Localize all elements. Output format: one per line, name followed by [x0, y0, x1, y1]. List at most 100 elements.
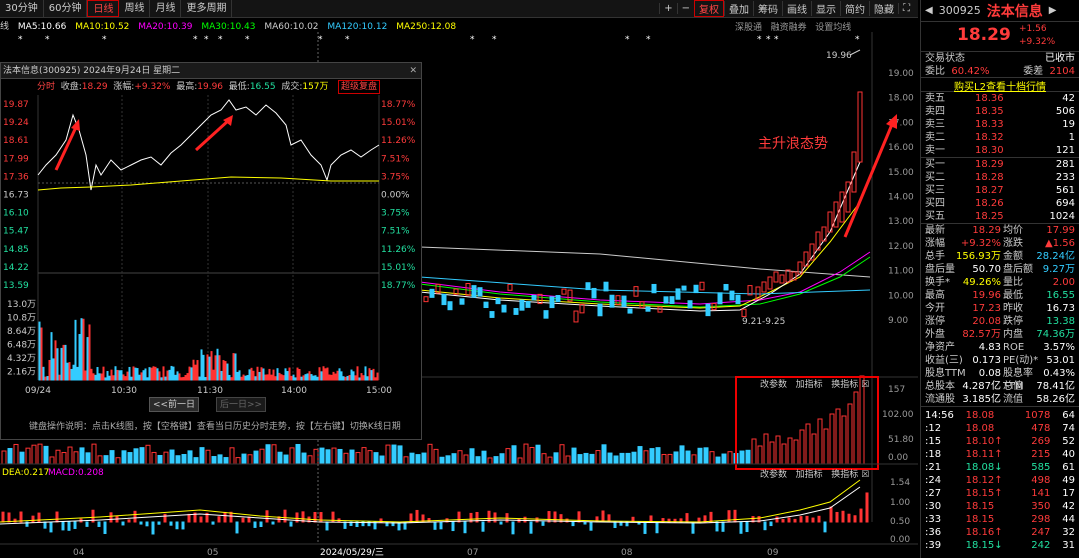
intraday-volume-bar — [302, 375, 305, 381]
candle — [579, 303, 585, 314]
candle — [621, 295, 627, 307]
overlay-button[interactable]: 叠加 — [724, 1, 753, 16]
change-param-button[interactable]: 改参数 — [760, 380, 787, 390]
volume-bar — [463, 454, 469, 465]
candle — [603, 281, 609, 292]
volume-bar — [805, 423, 811, 465]
plus-icon[interactable]: + — [659, 3, 676, 14]
level-price: 18.35 — [975, 106, 1004, 117]
draw-line-button[interactable]: 画线 — [782, 1, 811, 16]
volume-bar — [535, 444, 541, 465]
volume-bar — [13, 443, 19, 465]
intraday-volume-bar — [306, 373, 309, 381]
next-stock-icon[interactable]: ▶ — [1049, 5, 1057, 16]
candle — [549, 296, 555, 309]
tab-weekly[interactable]: 周线 — [119, 0, 151, 17]
macd-bar — [253, 521, 257, 528]
tick-price: 18.15↓ — [965, 540, 1003, 551]
ma250-label: MA250:12.08 — [396, 22, 457, 32]
tab-more-periods[interactable]: 更多周期 — [181, 0, 233, 17]
level-label: 买一 — [925, 159, 945, 170]
stat-value: 74.36万 — [1036, 329, 1075, 340]
intraday-volume-bar — [180, 377, 183, 381]
stat-label: 流值 — [1003, 394, 1023, 405]
volume-bar — [37, 443, 43, 465]
fullscreen-icon[interactable]: ⛶ — [898, 3, 914, 14]
add-indicator-button[interactable]: 加指标 — [796, 470, 823, 480]
intraday-volume-bar — [330, 374, 333, 381]
intraday-volume-bar — [300, 376, 303, 381]
intraday-volume-bar — [208, 356, 211, 381]
stat-label: 涨停 — [925, 316, 945, 327]
macd-bar — [829, 506, 833, 523]
restore-rights-button[interactable]: 复权 — [694, 0, 724, 17]
chips-button[interactable]: 筹码 — [753, 1, 782, 16]
super-review-button[interactable]: 超级复盘 — [338, 80, 381, 94]
close-icon[interactable]: ✕ — [409, 63, 417, 79]
close-icon[interactable]: ☒ — [861, 380, 869, 390]
tab-30min[interactable]: 30分钟 — [0, 0, 44, 17]
volume-bar — [163, 451, 169, 465]
level-volume: 694 — [1055, 198, 1075, 209]
intraday-volume-bar — [292, 374, 295, 381]
intraday-volume-bar — [268, 368, 271, 381]
volume-bar — [565, 455, 571, 465]
intraday-volume-bar — [338, 368, 341, 381]
tick-price: 18.16↑ — [965, 527, 1003, 538]
intraday-volume-bar — [290, 375, 293, 381]
volume-bar — [769, 441, 775, 465]
candle — [645, 306, 651, 312]
stat-label: 盘后额 — [1003, 264, 1033, 275]
stat-value: 53.01 — [1046, 355, 1075, 366]
prev-stock-icon[interactable]: ◀ — [925, 5, 933, 16]
tab-monthly[interactable]: 月线 — [150, 0, 182, 17]
volume-bar — [67, 446, 73, 465]
tab-60min[interactable]: 60分钟 — [44, 0, 88, 17]
candle — [447, 301, 453, 311]
volume-bar — [439, 456, 445, 465]
bid-level: 买二 18.28 233 — [921, 171, 1079, 184]
switch-indicator-button[interactable]: 换指标 — [831, 380, 858, 390]
hide-button[interactable]: 隐藏 — [869, 1, 898, 16]
close-icon[interactable]: ☒ — [861, 470, 869, 480]
intraday-price-tick: 19.24 — [3, 118, 29, 128]
candle — [675, 288, 681, 300]
change-param-button[interactable]: 改参数 — [760, 470, 787, 480]
intraday-chart[interactable]: 19.87 19.24 18.61 17.99 17.36 16.73 16.10 15.47… — [1, 95, 421, 396]
intraday-volume-bar — [174, 374, 177, 381]
volume-bar — [97, 455, 103, 465]
ma60-label: MA60:10.02 — [264, 22, 319, 32]
intraday-volume-bar — [324, 368, 327, 381]
candle — [531, 295, 537, 301]
intraday-price-tick: 14.85 — [3, 245, 29, 255]
macd-bar — [223, 511, 227, 523]
intraday-volume-bar — [152, 366, 155, 381]
macd-bar — [55, 511, 59, 523]
switch-indicator-button[interactable]: 换指标 — [831, 470, 858, 480]
intraday-volume-bar — [172, 366, 175, 381]
l2-link[interactable]: 购买L2查看十档行情 — [921, 78, 1079, 93]
stat-value: 4.83 — [978, 342, 1001, 353]
simple-button[interactable]: 简约 — [840, 1, 869, 16]
next-day-button[interactable]: 后一日>> — [216, 397, 266, 412]
stat-label: 涨跌 — [1003, 238, 1023, 249]
status-row: 交易状态 已收市 — [921, 52, 1079, 65]
volume-bar — [451, 453, 457, 465]
level-price: 18.25 — [975, 211, 1004, 222]
low-value: 16.55 — [249, 82, 276, 92]
display-button[interactable]: 显示 — [811, 1, 840, 16]
intraday-volume-bar — [298, 369, 301, 381]
tab-daily[interactable]: 日线 — [87, 0, 120, 17]
chart-tools: + − 复权 叠加 筹码 画线 显示 简约 隐藏 ⛶ — [659, 0, 914, 17]
candle — [717, 292, 723, 305]
ask-level: 卖一 18.30 121 — [921, 144, 1079, 157]
minus-icon[interactable]: − — [676, 3, 694, 14]
stat-value: +9.32% — [960, 238, 1001, 249]
low-price-label: 9.21-9.25 — [742, 317, 785, 327]
stat-row: 净资产 4.83 ROE 3.57% — [921, 341, 1079, 354]
tick-row: :39 18.15↓ 242 31 — [921, 539, 1079, 552]
add-indicator-button[interactable]: 加指标 — [796, 380, 823, 390]
intraday-volume-bar — [266, 374, 269, 381]
prev-day-button[interactable]: <<前一日 — [149, 397, 199, 412]
level-volume: 281 — [1055, 159, 1075, 170]
